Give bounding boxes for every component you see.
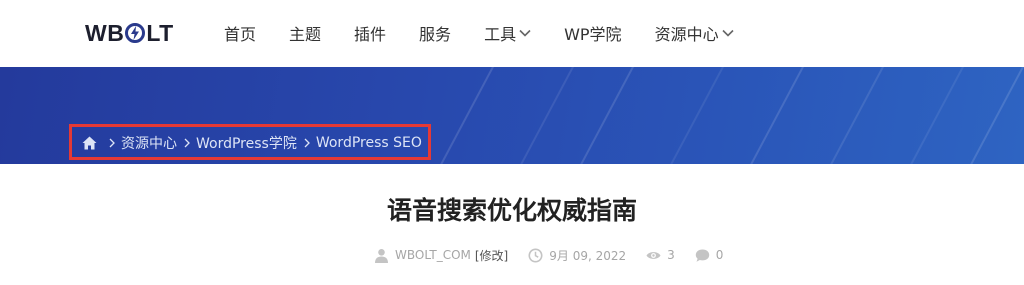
nav-item-wp-academy[interactable]: WP学院 — [564, 21, 621, 45]
chevron-down-icon — [722, 29, 734, 37]
user-icon — [375, 248, 388, 263]
site-header: WB LT 首页 主题 插件 服务 工具 WP学院 资源中心 — [0, 0, 1024, 67]
edit-link[interactable]: [修改] — [475, 247, 508, 264]
chevron-down-icon — [519, 29, 531, 37]
comment-icon — [695, 249, 709, 262]
nav-item-plugins[interactable]: 插件 — [354, 21, 386, 45]
breadcrumb-item-wp-seo[interactable]: WordPress SEO — [316, 135, 422, 151]
article-meta: WBOLT_COM [修改] 9月 09, 2022 3 0 — [374, 246, 743, 264]
nav-item-label: 资源中心 — [654, 25, 719, 44]
nav-item-label: 工具 — [484, 25, 517, 44]
nav-item-label: 服务 — [419, 25, 452, 44]
meta-views: 3 — [646, 248, 675, 263]
nav-item-resources[interactable]: 资源中心 — [655, 21, 734, 45]
chevron-right-icon — [304, 138, 310, 148]
chevron-right-icon — [109, 138, 115, 148]
clock-icon — [528, 248, 543, 262]
nav-item-label: 主题 — [289, 25, 322, 44]
breadcrumb-item-wp-academy[interactable]: WordPress学院 — [196, 133, 297, 153]
logo-text-left: WB — [85, 19, 125, 46]
nav-item-tools[interactable]: 工具 — [484, 21, 531, 45]
nav-item-label: 首页 — [224, 25, 257, 44]
bolt-icon — [125, 23, 146, 43]
chevron-right-icon — [184, 138, 190, 148]
logo-text-right: LT — [146, 19, 174, 46]
view-count: 3 — [667, 248, 675, 262]
breadcrumb-item-resources[interactable]: 资源中心 — [121, 133, 177, 153]
main-nav: 首页 主题 插件 服务 工具 WP学院 资源中心 — [224, 21, 767, 45]
meta-author: WBOLT_COM [修改] — [374, 247, 508, 264]
comment-count[interactable]: 0 — [716, 248, 724, 262]
article-title: 语音搜索优化权威指南 — [386, 196, 637, 225]
eye-icon — [646, 251, 661, 259]
nav-item-label: WP学院 — [564, 25, 622, 44]
site-logo[interactable]: WB LT — [85, 20, 174, 46]
author-name[interactable]: WBOLT_COM — [395, 248, 471, 262]
nav-item-home[interactable]: 首页 — [224, 21, 256, 45]
nav-item-label: 插件 — [354, 25, 387, 44]
publish-date: 9月 09, 2022 — [549, 248, 627, 263]
meta-comments: 0 — [695, 248, 724, 263]
nav-item-services[interactable]: 服务 — [419, 21, 451, 45]
nav-item-themes[interactable]: 主题 — [289, 21, 321, 45]
home-icon[interactable] — [82, 136, 97, 150]
breadcrumb: 资源中心 WordPress学院 WordPress SEO — [82, 133, 422, 153]
meta-date: 9月 09, 2022 — [528, 247, 626, 264]
